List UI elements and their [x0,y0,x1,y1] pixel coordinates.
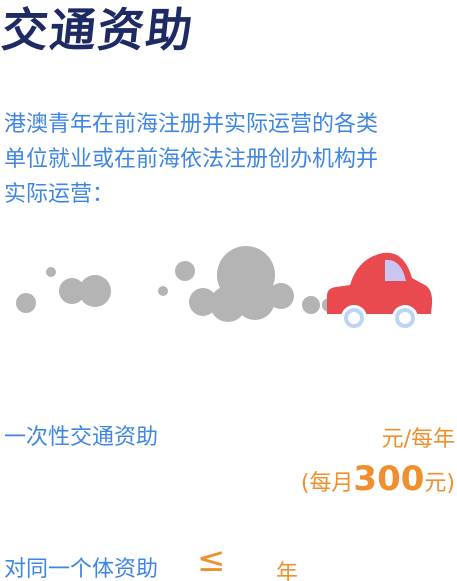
monthly-amount-value: 300 [353,459,425,499]
page-title: 交通资助 [0,3,197,57]
monthly-amount: (每月300元) [301,459,455,504]
eligibility-description: 港澳青年在前海注册并实际运营的各类 单位就业或在前海依法注册创办机构并 实际运营… [4,112,379,207]
car-exhaust-illustration [16,246,433,331]
one-time-subsidy-label: 一次性交通资助 [4,425,159,450]
same-individual-subsidy-label: 对同一个体资助 [4,557,159,581]
monthly-suffix: 元) [424,471,455,496]
year-unit-label: 年 [276,561,299,581]
car-icon [327,252,433,331]
monthly-prefix: (每月 [300,471,354,496]
exhaust-cloud-icon [16,246,336,322]
transport-subsidy-page: 交通资助 港澳青年在前海注册并实际运营的各类 单位就业或在前海依法注册创办机构并… [0,0,457,581]
annual-unit-label: 元/每年 [381,427,455,452]
less-or-equal-symbol: ≤ [197,540,226,580]
